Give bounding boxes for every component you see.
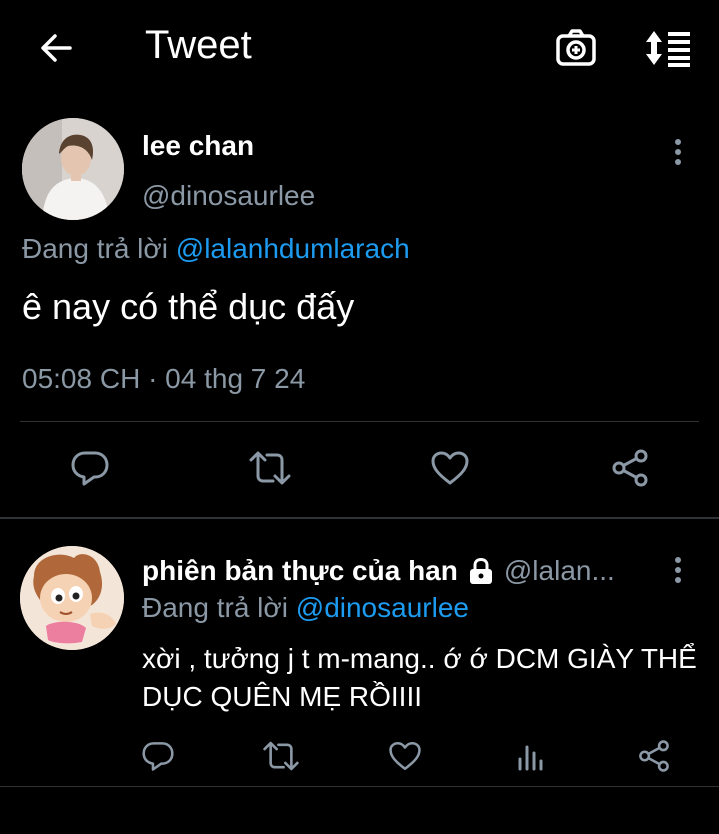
top-app-bar: Tweet xyxy=(0,0,719,95)
share-icon xyxy=(639,740,669,772)
retweet-button[interactable] xyxy=(242,440,298,496)
replying-to: Đang trả lời @dinosaurlee xyxy=(142,591,469,625)
more-options-button[interactable] xyxy=(664,134,692,170)
camera-add-button[interactable] xyxy=(550,22,602,74)
avatar-cartoon-icon xyxy=(20,546,124,650)
analytics-button[interactable] xyxy=(502,728,558,784)
back-arrow-icon xyxy=(41,34,72,62)
divider xyxy=(20,421,699,422)
retweet-icon xyxy=(249,451,291,485)
reply-button[interactable] xyxy=(62,440,118,496)
share-button[interactable] xyxy=(626,728,682,784)
avatar[interactable] xyxy=(22,118,124,220)
display-name[interactable]: phiên bản thực của han xyxy=(142,554,458,588)
retweet-icon xyxy=(263,741,299,771)
tweet-text: xời , tưởng j t m-mang.. ớ ớ DCM GIÀY TH… xyxy=(142,643,697,712)
user-handle[interactable]: @dinosaurlee xyxy=(142,180,315,212)
replying-to-link[interactable]: @dinosaurlee xyxy=(296,592,469,623)
reply-button[interactable] xyxy=(130,728,186,784)
replying-to-label: Đang trả lời xyxy=(22,233,176,264)
lock-icon xyxy=(466,557,496,585)
reply-icon xyxy=(71,451,109,486)
display-name[interactable]: lee chan xyxy=(142,130,254,162)
replying-to: Đang trả lời @lalanhdumlarach xyxy=(22,232,410,266)
page-title: Tweet xyxy=(145,23,252,67)
avatar[interactable] xyxy=(20,546,124,650)
share-icon xyxy=(612,449,648,487)
like-button[interactable] xyxy=(377,728,433,784)
like-icon xyxy=(389,741,421,771)
reply-author-row: phiên bản thực của han @lalan... xyxy=(142,553,615,589)
tweet-text: ê nay có thể dục đấy xyxy=(22,286,355,327)
more-vertical-icon xyxy=(675,139,681,165)
reply-icon xyxy=(142,742,174,771)
retweet-button[interactable] xyxy=(253,728,309,784)
user-handle[interactable]: @lalan... xyxy=(504,554,615,588)
sort-icon xyxy=(646,31,690,67)
sort-button[interactable] xyxy=(640,22,698,74)
like-button[interactable] xyxy=(422,440,478,496)
back-button[interactable] xyxy=(30,22,82,74)
avatar-photo-icon xyxy=(22,118,124,220)
analytics-icon xyxy=(518,745,543,771)
replying-to-link[interactable]: @lalanhdumlarach xyxy=(176,233,410,264)
divider xyxy=(0,786,719,787)
like-icon xyxy=(431,451,469,485)
more-options-button[interactable] xyxy=(664,552,692,588)
replying-to-label: Đang trả lời xyxy=(142,592,296,623)
share-button[interactable] xyxy=(602,440,658,496)
more-vertical-icon xyxy=(675,557,681,583)
section-divider xyxy=(0,517,719,519)
camera-add-icon xyxy=(556,29,596,66)
tweet-actions xyxy=(0,728,719,782)
tweet-timestamp: 05:08 CH · 04 thg 7 24 xyxy=(22,363,306,394)
tweet-actions xyxy=(0,440,719,500)
